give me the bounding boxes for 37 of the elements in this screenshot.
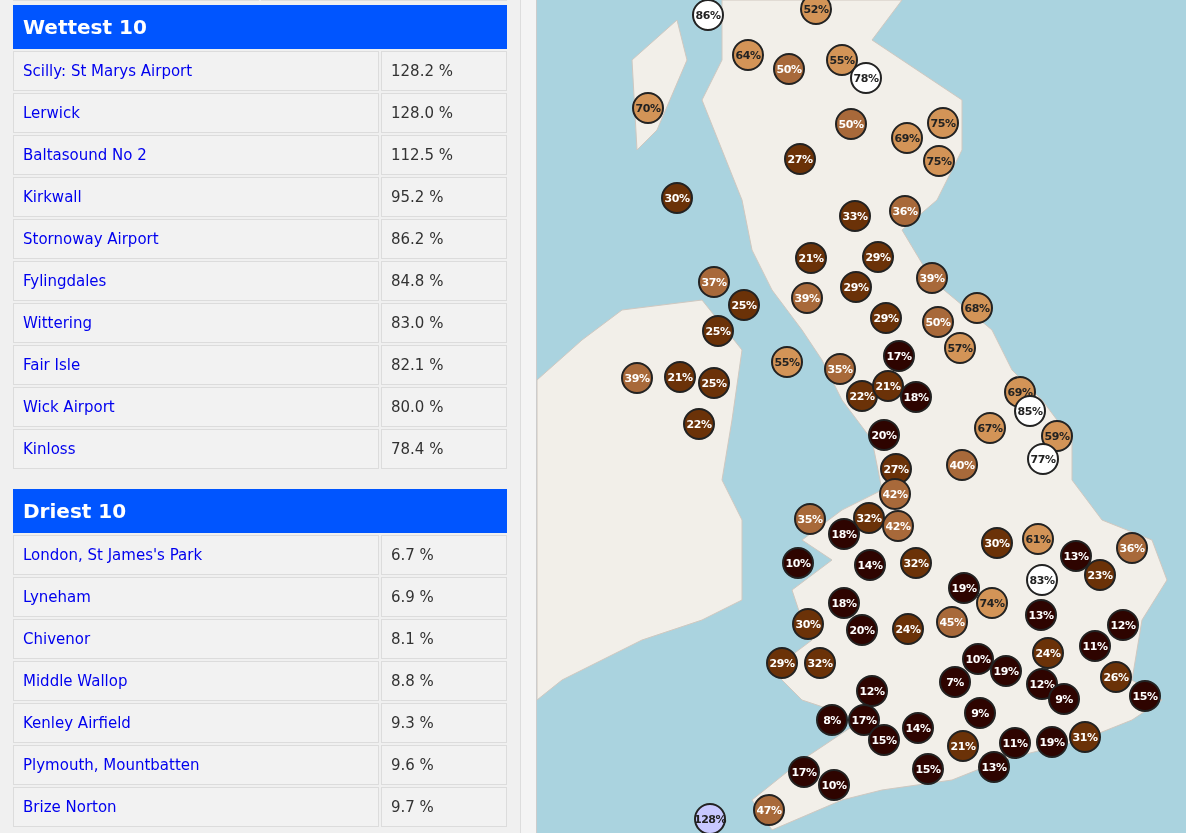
table-cell: 9.3 % [381, 703, 507, 743]
station-link[interactable]: Wittering [13, 303, 379, 343]
table-cell: 84.8 % [381, 261, 507, 301]
station-link[interactable]: Kenley Airfield [13, 703, 379, 743]
table-header: Wettest 10 [13, 5, 507, 49]
station-link[interactable]: London, St James's Park [13, 535, 379, 575]
station-link[interactable]: Wick Airport [13, 387, 379, 427]
station-link[interactable]: Plymouth, Mountbatten [13, 745, 379, 785]
table-cell: 128.0 % [381, 93, 507, 133]
table-cell: 80.0 % [381, 387, 507, 427]
table-cell: 8.1 % [381, 619, 507, 659]
station-link[interactable]: Middle Wallop [13, 661, 379, 701]
table-cell: 82.1 % [381, 345, 507, 385]
station-link[interactable]: Baltasound No 2 [13, 135, 379, 175]
table-cell: 112.5 % [381, 135, 507, 175]
station-link[interactable]: Brize Norton [13, 787, 379, 827]
table-cell: 78.4 % [381, 429, 507, 469]
table-cell: 6.9 % [381, 577, 507, 617]
table-cell: 95.2 % [381, 177, 507, 217]
scrollbar[interactable] [520, 0, 537, 833]
table-cell: 6.7 % [381, 535, 507, 575]
table-cell: 128.2 % [381, 51, 507, 91]
station-link[interactable]: Fylingdales [13, 261, 379, 301]
station-link[interactable]: Kirkwall [13, 177, 379, 217]
station-link[interactable]: Kinloss [13, 429, 379, 469]
station-link[interactable]: Lerwick [13, 93, 379, 133]
table-cell: 8.8 % [381, 661, 507, 701]
table-cell: 9.6 % [381, 745, 507, 785]
station-link[interactable]: Fair Isle [13, 345, 379, 385]
station-link[interactable]: Chivenor [13, 619, 379, 659]
table-cell: 83.0 % [381, 303, 507, 343]
table-header: Driest 10 [13, 489, 507, 533]
station-link[interactable]: Scilly: St Marys Airport [13, 51, 379, 91]
table-cell: 86.2 % [381, 219, 507, 259]
table-cell: 9.7 % [381, 787, 507, 827]
station-link[interactable]: Lyneham [13, 577, 379, 617]
station-link[interactable]: Stornoway Airport [13, 219, 379, 259]
